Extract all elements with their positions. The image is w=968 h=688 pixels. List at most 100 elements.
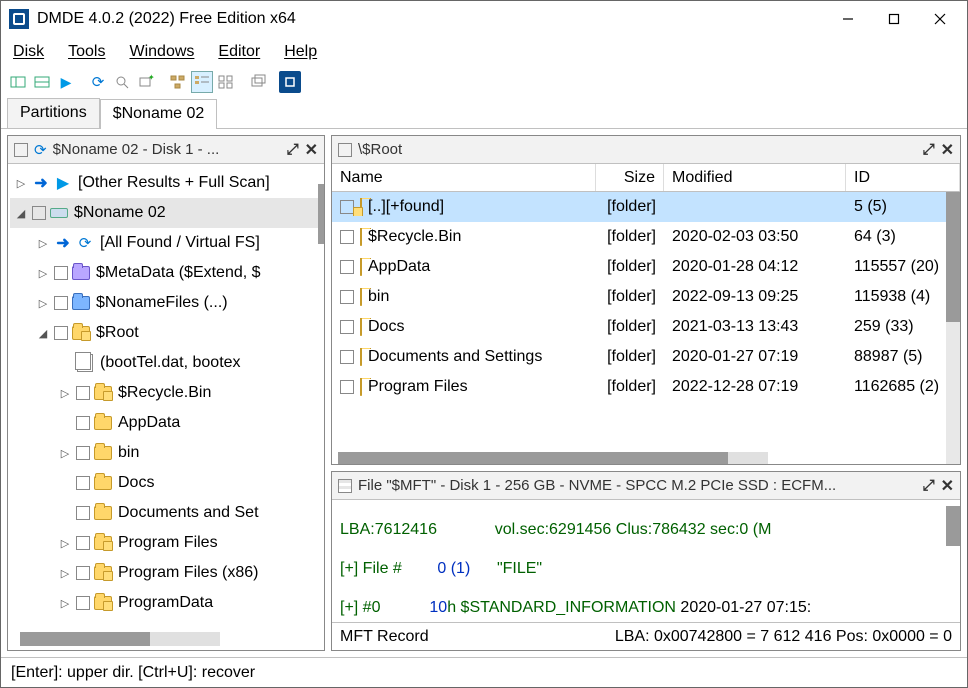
checkbox-icon[interactable]: [14, 143, 28, 157]
tool-play-icon[interactable]: ▶: [55, 71, 77, 93]
tool-search-icon[interactable]: [111, 71, 133, 93]
grid-header: Name Size Modified ID: [332, 164, 960, 192]
checkbox-icon[interactable]: [338, 143, 352, 157]
tool-stack-icon[interactable]: [247, 71, 269, 93]
right-panes: \$Root ⤢ ✕ Name Size Modified ID [..][+f…: [331, 135, 961, 651]
expand-icon[interactable]: ⤢: [923, 141, 935, 158]
tree-row-nonamefiles[interactable]: ▷$NonameFiles (...): [10, 288, 324, 318]
close-pane-icon[interactable]: ✕: [941, 476, 954, 496]
files-header: \$Root ⤢ ✕: [332, 136, 960, 164]
tabstrip: Partitions $Noname 02: [1, 97, 967, 129]
tree-row-noname02[interactable]: ◢$Noname 02: [10, 198, 324, 228]
tree-row-programdata[interactable]: ▷ProgramData: [10, 588, 324, 618]
menu-windows[interactable]: Windows: [129, 43, 194, 61]
tree-hscrollbar[interactable]: [20, 632, 220, 646]
checkbox-icon[interactable]: [340, 290, 354, 304]
checkbox-icon[interactable]: [340, 230, 354, 244]
col-name[interactable]: Name: [332, 164, 596, 191]
tree-row-metadata[interactable]: ▷$MetaData ($Extend, $: [10, 258, 324, 288]
tree-row-docs[interactable]: Docs: [10, 468, 324, 498]
tree-body: ▷➜▶[Other Results + Full Scan] ◢$Noname …: [8, 164, 324, 650]
checkbox-icon[interactable]: [340, 260, 354, 274]
tree-row-all-found[interactable]: ▷➜⟳[All Found / Virtual FS]: [10, 228, 324, 258]
file-row[interactable]: $Recycle.Bin[folder]2020-02-03 03:5064 (…: [332, 222, 960, 252]
minimize-button[interactable]: [825, 4, 871, 34]
file-id: 259 (33): [846, 318, 960, 336]
tree-title: $Noname 02 - Disk 1 - ...: [53, 141, 281, 158]
tool-refresh-icon[interactable]: ⟳: [87, 71, 109, 93]
checkbox-icon[interactable]: [76, 476, 90, 490]
checkbox-icon[interactable]: [54, 296, 68, 310]
checkbox-icon[interactable]: [76, 566, 90, 580]
refresh-icon[interactable]: ⟳: [34, 141, 47, 159]
tool-sparkle-icon[interactable]: ✦: [135, 71, 157, 93]
close-pane-icon[interactable]: ✕: [941, 140, 954, 160]
menu-disk[interactable]: Disk: [13, 43, 44, 61]
checkbox-icon[interactable]: [340, 200, 354, 214]
file-row[interactable]: Documents and Settings[folder]2020-01-27…: [332, 342, 960, 372]
mft-header: File "$MFT" - Disk 1 - 256 GB - NVME - S…: [332, 472, 960, 500]
checkbox-icon[interactable]: [54, 266, 68, 280]
folder-icon: [360, 288, 362, 306]
close-button[interactable]: [917, 4, 963, 34]
tool-tree-icon[interactable]: [167, 71, 189, 93]
checkbox-icon[interactable]: [340, 380, 354, 394]
menu-editor[interactable]: Editor: [218, 43, 260, 61]
files-hscrollbar[interactable]: [338, 452, 768, 464]
mft-body[interactable]: LBA:7612416 vol.sec:6291456 Clus:786432 …: [332, 500, 960, 622]
mft-footer-right: LBA: 0x00742800 = 7 612 416 Pos: 0x0000 …: [615, 628, 952, 646]
expand-icon[interactable]: ⤢: [923, 477, 935, 494]
checkbox-icon[interactable]: [76, 596, 90, 610]
tree-row-program-files[interactable]: ▷Program Files: [10, 528, 324, 558]
folder-icon: [94, 565, 112, 581]
tree-row-other-results[interactable]: ▷➜▶[Other Results + Full Scan]: [10, 168, 324, 198]
checkbox-icon[interactable]: [340, 320, 354, 334]
file-row[interactable]: Docs[folder]2021-03-13 13:43259 (33): [332, 312, 960, 342]
file-id: 88987 (5): [846, 348, 960, 366]
checkbox-icon[interactable]: [54, 326, 68, 340]
file-name: Documents and Settings: [368, 348, 542, 366]
col-size[interactable]: Size: [596, 164, 664, 191]
file-row[interactable]: [..][+found][folder]5 (5): [332, 192, 960, 222]
tool-grid-icon[interactable]: [215, 71, 237, 93]
tree-row-bin[interactable]: ▷bin: [10, 438, 324, 468]
tree-row-recyclebin[interactable]: ▷$Recycle.Bin: [10, 378, 324, 408]
checkbox-icon[interactable]: [76, 506, 90, 520]
checkbox-icon[interactable]: [76, 446, 90, 460]
files-vscrollbar[interactable]: [946, 192, 960, 464]
tab-noname02[interactable]: $Noname 02: [100, 99, 218, 129]
mft-vscrollbar[interactable]: [946, 506, 960, 546]
menubar: Disk Tools Windows Editor Help: [1, 37, 967, 67]
tree-row-root[interactable]: ◢$Root: [10, 318, 324, 348]
tool-logo-icon[interactable]: [279, 71, 301, 93]
checkbox-icon[interactable]: [76, 416, 90, 430]
checkbox-icon[interactable]: [32, 206, 46, 220]
tree-row-boottel[interactable]: (bootTel.dat, bootex: [10, 348, 324, 378]
file-modified: 2022-09-13 09:25: [664, 288, 846, 306]
tool-list-icon[interactable]: [191, 71, 213, 93]
status-text: [Enter]: upper dir. [Ctrl+U]: recover: [11, 664, 255, 682]
checkbox-icon[interactable]: [76, 386, 90, 400]
tool-panel-left-icon[interactable]: [7, 71, 29, 93]
col-id[interactable]: ID: [846, 164, 960, 191]
file-name: [..][+found]: [368, 198, 444, 216]
tree-vscrollbar[interactable]: [318, 184, 324, 244]
checkbox-icon[interactable]: [76, 536, 90, 550]
maximize-button[interactable]: [871, 4, 917, 34]
checkbox-icon[interactable]: [340, 350, 354, 364]
file-row[interactable]: AppData[folder]2020-01-28 04:12115557 (2…: [332, 252, 960, 282]
tree-row-program-files-x86[interactable]: ▷Program Files (x86): [10, 558, 324, 588]
tree-row-appdata[interactable]: AppData: [10, 408, 324, 438]
menu-help[interactable]: Help: [284, 43, 317, 61]
folder-icon: [360, 348, 362, 366]
tree-row-docs-settings[interactable]: Documents and Set: [10, 498, 324, 528]
tool-panel-rows-icon[interactable]: [31, 71, 53, 93]
close-pane-icon[interactable]: ✕: [305, 140, 318, 160]
col-modified[interactable]: Modified: [664, 164, 846, 191]
file-row[interactable]: Program Files[folder]2022-12-28 07:19116…: [332, 372, 960, 402]
tab-partitions[interactable]: Partitions: [7, 98, 100, 128]
menu-tools[interactable]: Tools: [68, 43, 105, 61]
expand-icon[interactable]: ⤢: [287, 141, 299, 158]
file-row[interactable]: bin[folder]2022-09-13 09:25115938 (4): [332, 282, 960, 312]
mft-title: File "$MFT" - Disk 1 - 256 GB - NVME - S…: [358, 477, 917, 494]
